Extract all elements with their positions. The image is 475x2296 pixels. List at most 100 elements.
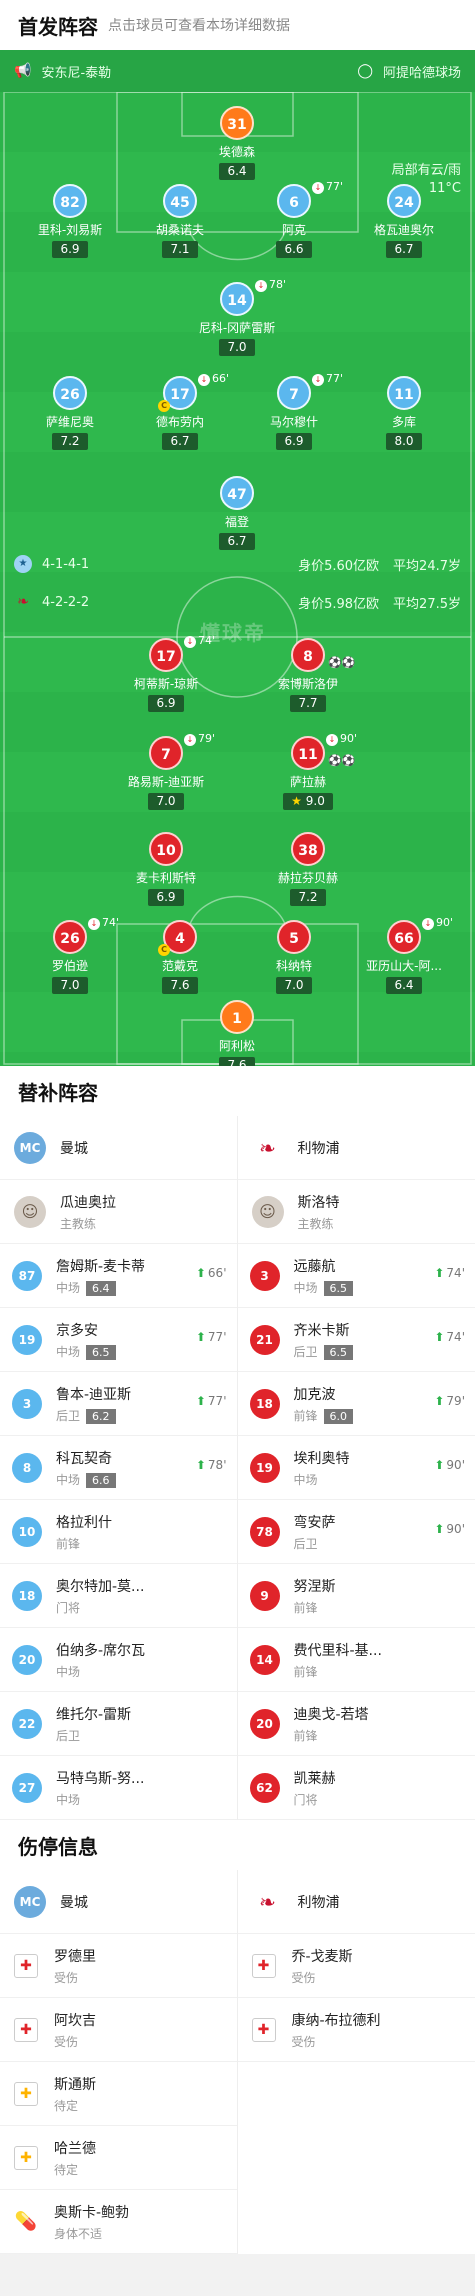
player-name: 京多安 [56,1322,98,1339]
away-player[interactable]: 17 ↓ 74' 柯蒂斯-琼斯 6.9 [106,634,226,712]
injuries-header: 伤停信息 [0,1820,475,1870]
home-team-row[interactable]: MC 曼城 [0,1870,237,1934]
player-number: 20 [249,1708,280,1739]
away-team-row[interactable]: ❧ 利物浦 [237,1116,475,1180]
player-name: 齐米卡斯 [293,1322,350,1339]
away-player[interactable]: 8 ⚽⚽ 索博斯洛伊 7.7 [248,638,368,712]
player-rating: 6.7 [219,533,255,550]
sub-minute: 74' [198,634,216,647]
sub-player-row[interactable]: 22 维托尔-雷斯 后卫 [0,1692,237,1756]
player-position: 前锋 [293,1408,318,1423]
player-number: 17 [149,638,183,672]
away-team-row[interactable]: ❧ 利物浦 [237,1870,475,1934]
injury-row[interactable]: ✚ 康纳-布拉德利 受伤 [237,1998,475,2062]
coach-row[interactable]: ☺ 瓜迪奥拉 主教练 [0,1180,237,1244]
coach-role: 主教练 [297,1216,334,1231]
player-number: 22 [12,1708,42,1739]
home-subs-column: MC 曼城 ☺ 瓜迪奥拉 主教练 87 詹姆斯-麦卡蒂 中场 6.4 ⬆ 66' 19 … [0,1116,238,1820]
injury-row[interactable]: ✚ 罗德里 受伤 [0,1934,237,1998]
sub-player-row[interactable]: 62 凯莱赫 门将 [237,1756,475,1820]
away-player[interactable]: 10 麦卡利斯特 6.9 [106,832,226,906]
home-player[interactable]: 11 多库 8.0 [344,376,464,450]
home-player[interactable]: 45 胡桑诺夫 7.1 [120,184,240,258]
injury-status: 受伤 [54,1970,79,1985]
player-number: 8 [12,1452,42,1483]
sub-out-marker: ↓ 79' [184,732,215,746]
player-name: 奥斯卡-鲍勃 [54,2204,130,2221]
player-number: 26 [53,920,87,954]
home-player[interactable]: 17 C ↓ 66' 德布劳内 6.7 [120,372,240,450]
player-number: 19 [249,1452,280,1483]
sub-player-row[interactable]: 18 加克波 前锋 6.0 ⬆ 79' [237,1372,475,1436]
injury-row[interactable]: ✚ 哈兰德 待定 [0,2126,237,2190]
away-player[interactable]: 66 ↓ 90' 亚历山大-阿... 6.4 [344,916,464,994]
sub-player-row[interactable]: 21 齐米卡斯 后卫 6.5 ⬆ 74' [237,1308,475,1372]
home-player[interactable]: 14 ↓ 78' 尼科-冈萨雷斯 7.0 [177,278,297,356]
sub-player-row[interactable]: 14 费代里科-基... 前锋 [237,1628,475,1692]
away-player[interactable]: 38 赫拉芬贝赫 7.2 [248,832,368,906]
home-player[interactable]: 7 ↓ 77' 马尔穆什 6.9 [234,372,354,450]
sub-in-marker: ⬆ 79' [434,1394,465,1408]
sub-minute: 77' [326,372,344,385]
sub-player-row[interactable]: 10 格拉利什 前锋 [0,1500,237,1564]
player-number: 3 [249,1260,280,1291]
injury-row[interactable]: 💊 奥斯卡-鲍勃 身体不适 [0,2190,237,2254]
sub-out-icon: ↓ [312,374,324,386]
away-player[interactable]: 7 ↓ 79' 路易斯-迪亚斯 7.0 [106,732,226,810]
player-name: 路易斯-迪亚斯 [127,775,205,789]
sub-player-row[interactable]: 3 鲁本-迪亚斯 后卫 6.2 ⬆ 77' [0,1372,237,1436]
player-position: 后卫 [293,1344,318,1359]
coach-row[interactable]: ☺ 斯洛特 主教练 [237,1180,475,1244]
injury-row[interactable]: ✚ 阿坎吉 受伤 [0,1998,237,2062]
away-player[interactable]: 5 科纳特 7.0 [234,920,354,994]
yellow-card-icon: C [158,400,170,412]
sub-player-row[interactable]: 8 科瓦契奇 中场 6.6 ⬆ 78' [0,1436,237,1500]
medkit-yellow-icon: ✚ [14,2145,38,2170]
home-player[interactable]: 6 ↓ 77' 阿克 6.6 [234,180,354,258]
home-player[interactable]: 24 格瓦迪奥尔 6.7 [344,184,464,258]
stadium-icon: ◯ [357,63,373,79]
home-player[interactable]: 47 福登 6.7 [177,476,297,550]
home-player[interactable]: 31 埃德森 6.4 [177,106,297,180]
sub-player-row[interactable]: 78 弯安萨 后卫 ⬆ 90' [237,1500,475,1564]
sub-player-row[interactable]: 19 埃利奥特 中场 ⬆ 90' [237,1436,475,1500]
sub-in-minute: 74' [446,1266,465,1280]
player-name: 德布劳内 [155,415,204,429]
sub-in-icon: ⬆ [434,1522,445,1536]
injury-row[interactable]: ✚ 斯通斯 待定 [0,2062,237,2126]
player-name: 弯安萨 [293,1514,336,1531]
player-number: 27 [12,1772,42,1803]
away-player[interactable]: 26 ↓ 74' 罗伯逊 7.0 [10,916,130,994]
sub-player-row[interactable]: 18 奥尔特加-莫... 门将 [0,1564,237,1628]
away-player[interactable]: 1 阿利松 7.6 [177,1000,297,1066]
sub-minute: 77' [326,180,344,193]
home-player[interactable]: 26 萨维尼奥 7.2 [10,376,130,450]
sub-minute: 74' [102,916,120,929]
lineup-hint: 点击球员可查看本场详细数据 [108,18,290,34]
sub-out-icon: ↓ [326,734,338,746]
player-name: 埃利奥特 [293,1450,350,1467]
team-name: 曼城 [60,1140,88,1157]
sub-player-row[interactable]: 20 伯纳多-席尔瓦 中场 [0,1628,237,1692]
sub-player-row[interactable]: 20 迪奥戈-若塔 前锋 [237,1692,475,1756]
player-rating: 6.9 [148,695,184,712]
sub-player-row[interactable]: 3 远藤航 中场 6.5 ⬆ 74' [237,1244,475,1308]
player-rating: 6.9 [276,433,312,450]
sub-player-row[interactable]: 19 京多安 中场 6.5 ⬆ 77' [0,1308,237,1372]
home-player[interactable]: 82 里科-刘易斯 6.9 [10,184,130,258]
sub-player-row[interactable]: 87 詹姆斯-麦卡蒂 中场 6.4 ⬆ 66' [0,1244,237,1308]
sub-in-icon: ⬆ [434,1394,445,1408]
player-number: 20 [12,1644,42,1675]
player-name: 凯莱赫 [293,1770,336,1787]
sub-out-marker: ↓ 90' [326,732,357,746]
sub-player-row[interactable]: 9 努涅斯 前锋 [237,1564,475,1628]
player-rating: 6.7 [386,241,422,258]
home-formation: 4-1-4-1 [42,556,90,572]
player-number: 47 [220,476,254,510]
assist-icon: ⚽⚽ [328,656,356,669]
sub-player-row[interactable]: 27 马特乌斯-努... 中场 [0,1756,237,1820]
away-player[interactable]: 4 C 范戴克 7.6 [120,920,240,994]
away-player[interactable]: 11 ↓ 90' ⚽⚽ 萨拉赫 ★ 9.0 [248,732,368,810]
home-team-row[interactable]: MC 曼城 [0,1116,237,1180]
injury-row[interactable]: ✚ 乔-戈麦斯 受伤 [237,1934,475,1998]
